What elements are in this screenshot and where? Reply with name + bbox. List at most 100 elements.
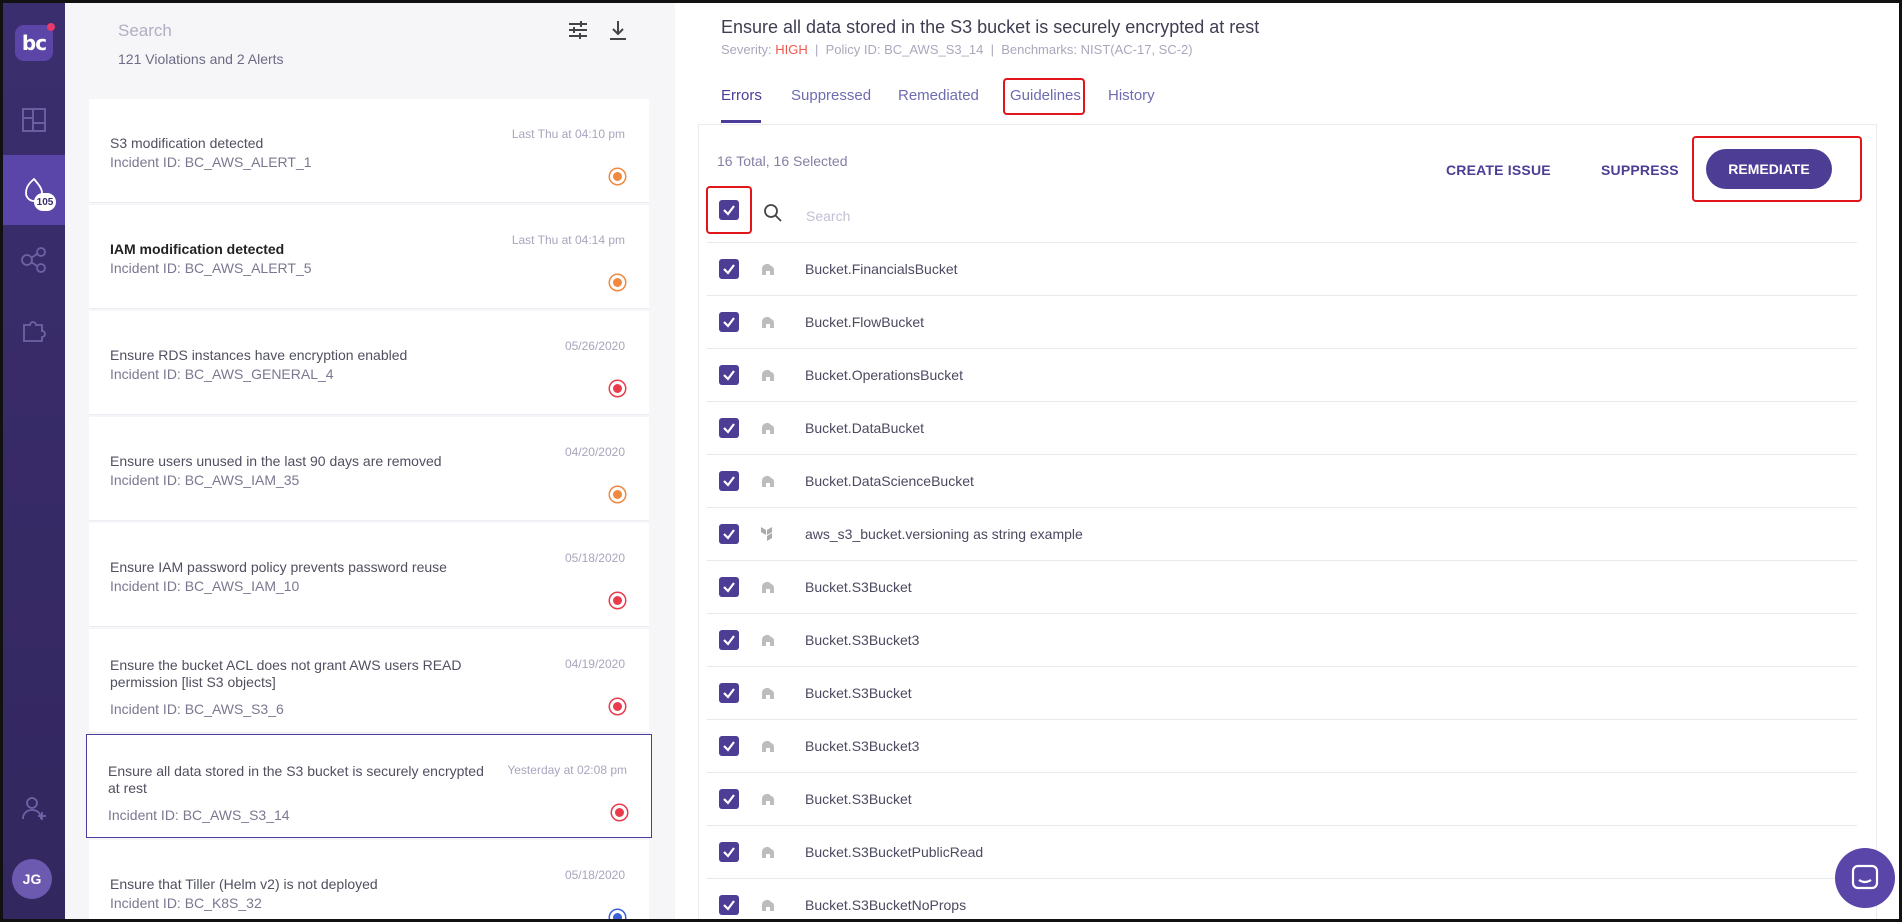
violation-title: Ensure all data stored in the S3 bucket … <box>721 17 1260 37</box>
row-checkbox[interactable] <box>719 683 739 703</box>
violation-item-title: Ensure RDS instances have encryption ena… <box>110 347 408 363</box>
violation-item-incident: Incident ID: BC_K8S_32 <box>110 895 262 911</box>
tab-suppressed[interactable]: Suppressed <box>791 87 871 104</box>
row-resource-name: aws_s3_bucket.versioning as string examp… <box>805 526 1083 542</box>
table-row[interactable]: Bucket.S3Bucket <box>707 666 1857 719</box>
tab-remediated[interactable]: Remediated <box>898 87 979 104</box>
table-row[interactable]: Bucket.DataBucket <box>707 401 1857 454</box>
severity-value: HIGH <box>775 42 808 57</box>
row-checkbox[interactable] <box>719 259 739 279</box>
selection-total: 16 Total, 16 Selected <box>717 153 848 169</box>
violation-list-item[interactable]: IAM modification detected Incident ID: BC… <box>89 205 649 309</box>
row-checkbox[interactable] <box>719 736 739 756</box>
suppress-button[interactable]: SUPPRESS <box>1601 162 1679 178</box>
row-checkbox[interactable] <box>719 842 739 862</box>
remediate-button[interactable]: REMEDIATE <box>1706 149 1832 189</box>
tab-errors[interactable]: Errors <box>721 87 762 104</box>
row-resource-name: Bucket.S3Bucket3 <box>805 738 920 754</box>
violation-list-item[interactable]: Ensure all data stored in the S3 bucket … <box>86 734 652 838</box>
violation-item-title: Ensure IAM password policy prevents pass… <box>110 559 447 575</box>
connections-icon[interactable] <box>3 225 65 295</box>
violation-list-item[interactable]: Ensure users unused in the last 90 days … <box>89 417 649 521</box>
logo-text: bc <box>21 31 47 55</box>
tab-guidelines[interactable]: Guidelines <box>1010 87 1081 104</box>
row-checkbox[interactable] <box>719 471 739 491</box>
violation-list-item[interactable]: Ensure that Tiller (Helm v2) is not depl… <box>89 840 649 919</box>
row-checkbox[interactable] <box>719 630 739 650</box>
row-checkbox[interactable] <box>719 577 739 597</box>
violation-list-item[interactable]: Ensure RDS instances have encryption ena… <box>89 311 649 415</box>
integrations-icon[interactable] <box>3 295 65 365</box>
download-icon[interactable] <box>607 19 629 46</box>
create-issue-button[interactable]: CREATE ISSUE <box>1446 162 1551 178</box>
cloudformation-icon <box>759 419 777 437</box>
violation-list-item[interactable]: Ensure the bucket ACL does not grant AWS… <box>89 629 649 733</box>
violation-item-date: 05/18/2020 <box>564 551 625 565</box>
list-search-input[interactable]: Search <box>118 21 172 41</box>
violation-item-incident: Incident ID: BC_AWS_GENERAL_4 <box>110 366 334 382</box>
row-checkbox[interactable] <box>719 418 739 438</box>
cloudformation-icon <box>759 472 777 490</box>
violation-list-item[interactable]: S3 modification detected Incident ID: BC_… <box>89 99 649 203</box>
status-dot-icon <box>610 699 625 714</box>
violation-item-date: Yesterday at 02:08 pm <box>507 763 627 777</box>
table-row[interactable]: Bucket.S3BucketPublicRead <box>707 825 1857 878</box>
table-row[interactable]: Bucket.DataScienceBucket <box>707 454 1857 507</box>
row-checkbox[interactable] <box>719 365 739 385</box>
violation-item-date: 05/26/2020 <box>564 339 625 353</box>
violation-item-title: Ensure that Tiller (Helm v2) is not depl… <box>110 876 378 892</box>
tab-history[interactable]: History <box>1108 87 1155 104</box>
benchmarks: Benchmarks: NIST(AC-17, SC-2) <box>1001 42 1193 57</box>
table-row[interactable]: Bucket.S3BucketNoProps <box>707 878 1857 922</box>
status-dot-icon <box>610 275 625 290</box>
add-user-icon[interactable] <box>3 773 65 843</box>
select-all-checkbox[interactable] <box>719 200 739 220</box>
user-avatar[interactable]: JG <box>12 859 52 899</box>
table-search-input[interactable]: Search <box>806 208 850 224</box>
violation-item-incident: Incident ID: BC_AWS_S3_14 <box>108 807 290 823</box>
status-dot-icon <box>610 593 625 608</box>
violation-item-title: Ensure users unused in the last 90 days … <box>110 453 442 469</box>
row-checkbox[interactable] <box>719 895 739 915</box>
status-dot-icon <box>610 381 625 396</box>
cloudformation-icon <box>759 578 777 596</box>
table-row[interactable]: Bucket.FinancialsBucket <box>707 242 1857 295</box>
table-row[interactable]: Bucket.OperationsBucket <box>707 348 1857 401</box>
violation-item-date: 04/20/2020 <box>564 445 625 459</box>
violations-list-pane: Search 121 Violations and 2 Alerts S3 mo… <box>65 3 675 919</box>
chat-button[interactable] <box>1835 848 1895 908</box>
cloudformation-icon <box>759 684 777 702</box>
cloudformation-icon <box>759 737 777 755</box>
table-row[interactable]: Bucket.S3Bucket3 <box>707 719 1857 772</box>
row-resource-name: Bucket.S3Bucket <box>805 579 912 595</box>
table-row[interactable]: Bucket.S3Bucket3 <box>707 613 1857 666</box>
meta-separator: | <box>990 42 994 57</box>
violation-item-title: IAM modification detected <box>110 241 285 257</box>
violation-item-incident: Incident ID: BC_AWS_IAM_10 <box>110 578 300 594</box>
table-row[interactable]: Bucket.S3Bucket <box>707 772 1857 825</box>
violation-item-date: 05/18/2020 <box>564 868 625 882</box>
search-icon[interactable] <box>763 203 783 228</box>
violation-item-date: Last Thu at 04:10 pm <box>511 127 625 141</box>
row-resource-name: Bucket.S3Bucket <box>805 791 912 807</box>
incidents-icon[interactable]: 105 <box>3 155 65 225</box>
table-row[interactable]: Bucket.S3Bucket <box>707 560 1857 613</box>
cloudformation-icon <box>759 260 777 278</box>
filter-icon[interactable] <box>567 19 589 46</box>
row-resource-name: Bucket.OperationsBucket <box>805 367 963 383</box>
violation-item-incident: Incident ID: BC_AWS_S3_6 <box>110 701 284 717</box>
row-resource-name: Bucket.FlowBucket <box>805 314 925 330</box>
cloudformation-icon <box>759 366 777 384</box>
row-resource-name: Bucket.DataScienceBucket <box>805 473 974 489</box>
incidents-badge: 105 <box>34 193 56 211</box>
table-row[interactable]: aws_s3_bucket.versioning as string examp… <box>707 507 1857 560</box>
table-row[interactable]: Bucket.FlowBucket <box>707 295 1857 348</box>
terraform-icon <box>759 525 777 543</box>
row-checkbox[interactable] <box>719 524 739 544</box>
violation-item-title: Ensure the bucket ACL does not grant AWS… <box>110 657 462 690</box>
dashboard-icon[interactable] <box>3 85 65 155</box>
violation-list-item[interactable]: Ensure IAM password policy prevents pass… <box>89 523 649 627</box>
logo-icon[interactable]: bc <box>15 23 55 61</box>
row-checkbox[interactable] <box>719 312 739 332</box>
row-checkbox[interactable] <box>719 789 739 809</box>
